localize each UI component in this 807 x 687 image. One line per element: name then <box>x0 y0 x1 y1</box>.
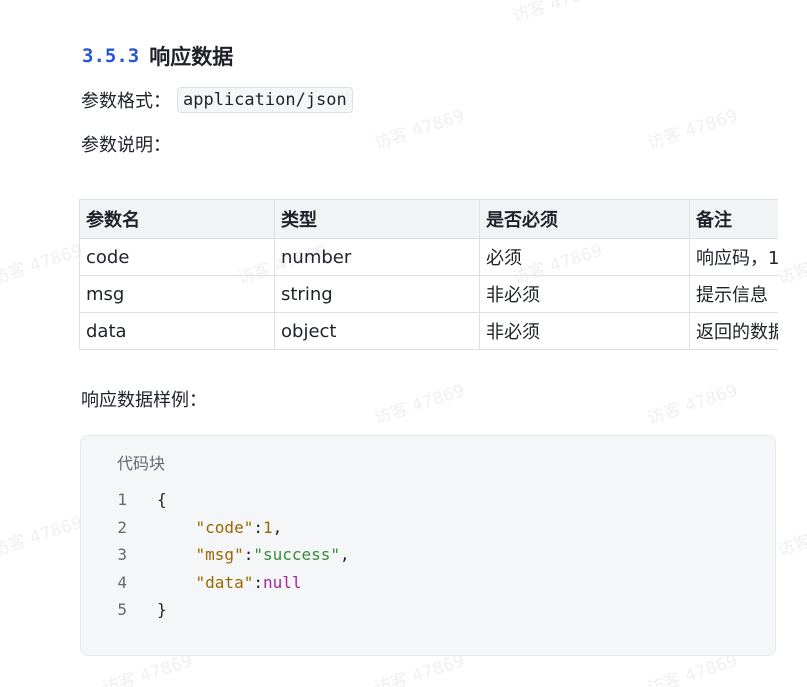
watermark: 访客 47869 <box>644 380 741 429</box>
table-cell: 返回的数据 <box>689 312 778 350</box>
section-number: 3.5.3 <box>82 45 140 67</box>
table-row: code number 必须 响应码，1 <box>79 238 778 276</box>
code-line: 1 { <box>81 486 775 514</box>
table-cell: 提示信息 <box>689 275 778 313</box>
section-heading: 3.5.3 响应数据 <box>82 40 233 72</box>
code-line: 5 } <box>81 596 775 624</box>
code-line: 3 "msg" : "success" , <box>81 541 775 569</box>
table-row: msg string 非必须 提示信息 <box>79 275 778 313</box>
code-token-key: "code" <box>195 517 254 537</box>
line-number: 5 <box>117 600 127 620</box>
format-line: 参数格式： application/json <box>81 85 353 115</box>
table-row: data object 非必须 返回的数据 <box>79 312 778 350</box>
code-token-brace-close: } <box>157 600 167 620</box>
watermark: 访客 47869 <box>774 513 807 561</box>
line-number: 2 <box>117 517 127 537</box>
table-cell: 必须 <box>479 238 690 276</box>
table-header-row: 参数名 类型 是否必须 备注 <box>79 199 778 239</box>
format-value-code: application/json <box>177 87 353 113</box>
table-cell: number <box>274 238 480 276</box>
format-label: 参数格式： <box>81 91 171 112</box>
table-header-cell: 是否必须 <box>479 199 690 239</box>
code-line: 2 "code" : 1 , <box>81 514 775 542</box>
code-token-comma: , <box>272 517 283 537</box>
table-cell: data <box>79 312 275 350</box>
table-cell: object <box>274 312 480 350</box>
code-line: 4 "data" : null <box>81 569 775 597</box>
table-cell: msg <box>79 275 275 313</box>
code-token-string: "success" <box>253 545 341 565</box>
watermark: 访客 47869 <box>371 105 468 154</box>
table-header-cell: 类型 <box>274 199 480 239</box>
watermark: 访客 47869 <box>644 105 741 154</box>
code-block[interactable]: 代码块 1 { 2 "code" : 1 , 3 "msg" : "succes… <box>80 435 776 656</box>
params-table-container[interactable]: 参数名 类型 是否必须 备注 code number 必须 响应码，1 msg … <box>79 199 778 355</box>
table-header-cell: 参数名 <box>79 199 275 239</box>
code-token-null: null <box>262 572 302 592</box>
line-number: 4 <box>117 572 127 592</box>
watermark: 访客 47869 <box>0 240 86 289</box>
table-cell: 非必须 <box>479 275 690 313</box>
code-token-colon: : <box>253 572 263 592</box>
line-number: 1 <box>117 490 127 510</box>
table-header-cell: 备注 <box>689 199 778 239</box>
table-cell: 非必须 <box>479 312 690 350</box>
code-token-key: "msg" <box>195 545 244 565</box>
table-cell: 响应码，1 <box>689 238 778 276</box>
watermark: 访客 47869 <box>0 512 86 561</box>
code-lines[interactable]: 1 { 2 "code" : 1 , 3 "msg" : "success" ,… <box>81 486 775 624</box>
sample-label: 响应数据样例： <box>81 390 207 411</box>
watermark: 访客 47869 <box>774 241 807 289</box>
code-token-brace-open: { <box>157 490 167 510</box>
code-token-colon: : <box>253 517 263 537</box>
watermark: 访客 47869 <box>371 380 468 429</box>
description-label: 参数说明： <box>81 135 171 156</box>
code-block-label: 代码块 <box>117 454 166 473</box>
code-token-comma: , <box>340 545 350 565</box>
line-number: 3 <box>117 545 127 565</box>
code-token-colon: : <box>243 545 254 565</box>
params-table: 参数名 类型 是否必须 备注 code number 必须 响应码，1 msg … <box>79 199 778 350</box>
code-token-key: "data" <box>195 572 254 592</box>
table-cell: string <box>274 275 480 313</box>
watermark: 访客 47869 <box>509 0 606 27</box>
code-token-number: 1 <box>262 517 273 537</box>
section-title: 响应数据 <box>149 45 234 69</box>
table-cell: code <box>79 238 275 276</box>
